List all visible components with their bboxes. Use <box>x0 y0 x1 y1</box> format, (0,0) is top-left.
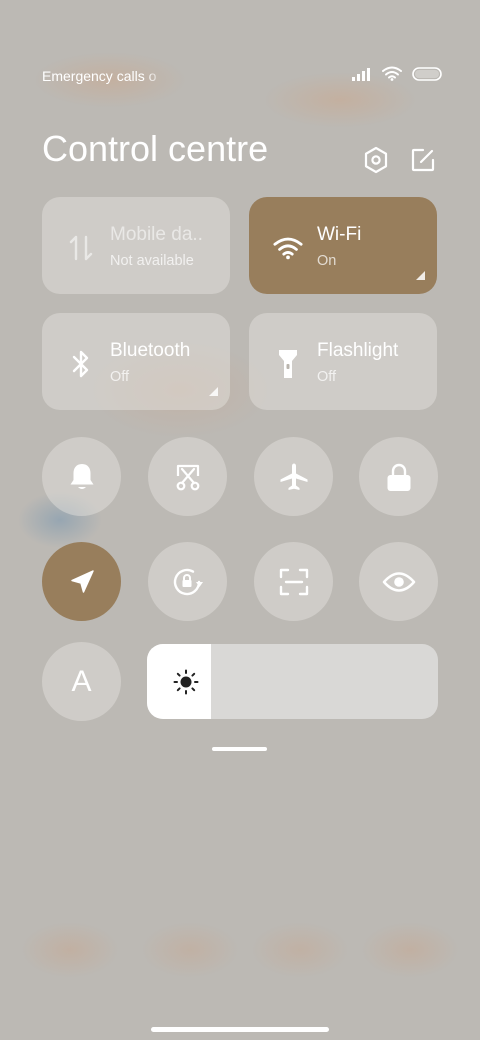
tile-label: Flashlight <box>317 340 399 361</box>
tile-status: Off <box>317 369 337 385</box>
wifi-icon <box>273 233 303 263</box>
toggle-location[interactable] <box>42 542 121 621</box>
tile-mobile-data[interactable]: Mobile da.. Not available <box>42 197 230 294</box>
edit-button[interactable] <box>409 146 437 174</box>
bluetooth-icon <box>66 349 96 379</box>
battery-icon <box>412 66 442 81</box>
status-icons <box>352 66 442 81</box>
tile-status: On <box>317 253 337 269</box>
lock-icon <box>386 462 412 492</box>
tile-status: Off <box>110 369 130 385</box>
location-arrow-icon <box>68 568 96 596</box>
settings-button[interactable] <box>362 146 390 174</box>
expand-corner-icon <box>416 271 425 280</box>
tile-label: Bluetooth <box>110 340 191 361</box>
scan-icon <box>279 568 309 596</box>
tile-flashlight[interactable]: Flashlight Off <box>249 313 437 410</box>
toggle-airplane[interactable] <box>254 437 333 516</box>
tile-status: Not available <box>110 253 194 269</box>
expand-corner-icon <box>209 387 218 396</box>
panel-drag-handle[interactable] <box>212 747 267 751</box>
tile-wifi[interactable]: Wi-Fi On <box>249 197 437 294</box>
wifi-icon <box>382 66 402 81</box>
tile-bluetooth[interactable]: Bluetooth Off <box>42 313 230 410</box>
mobile-data-icon <box>66 233 96 263</box>
toggle-screenshot[interactable] <box>148 437 227 516</box>
carrier-status-text: Emergency calls o <box>42 68 157 84</box>
rotation-lock-icon <box>171 566 205 598</box>
toggle-silent[interactable] <box>42 437 121 516</box>
flashlight-icon <box>273 349 303 379</box>
sun-icon <box>173 669 199 695</box>
letter-a-icon: A <box>71 664 92 698</box>
toggle-reading-mode[interactable] <box>359 542 438 621</box>
settings-icon <box>363 146 389 174</box>
signal-icon <box>352 67 372 81</box>
page-title: Control centre <box>42 128 269 169</box>
brightness-slider[interactable] <box>147 644 438 719</box>
home-indicator[interactable] <box>151 1027 329 1032</box>
tile-label: Wi-Fi <box>317 224 362 245</box>
toggle-lock[interactable] <box>359 437 438 516</box>
edit-icon <box>410 147 436 173</box>
scissors-screenshot-icon <box>173 462 203 492</box>
toggle-rotation-lock[interactable] <box>148 542 227 621</box>
toggle-scanner[interactable] <box>254 542 333 621</box>
toggle-auto-brightness[interactable]: A <box>42 642 121 721</box>
airplane-icon <box>279 462 309 492</box>
bell-icon <box>68 462 96 492</box>
tile-label: Mobile da.. <box>110 224 203 245</box>
eye-icon <box>382 570 416 594</box>
